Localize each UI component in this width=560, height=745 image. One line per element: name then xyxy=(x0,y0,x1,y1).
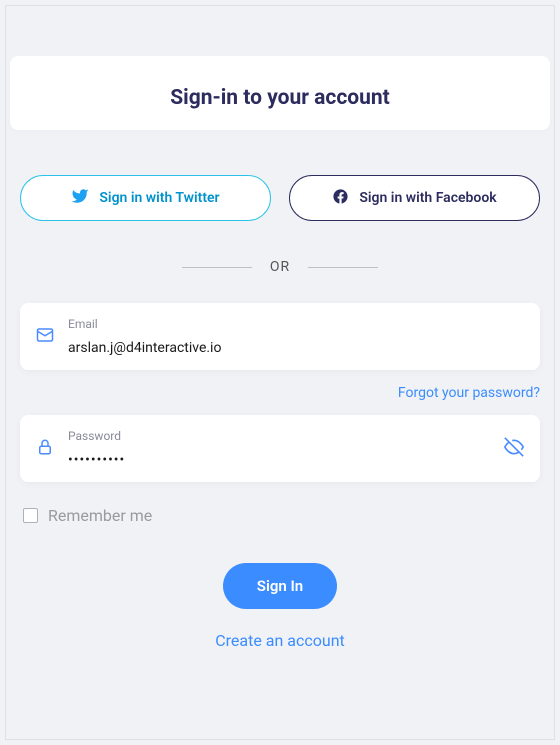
divider-line xyxy=(182,267,252,268)
email-input[interactable] xyxy=(68,340,524,356)
lock-icon xyxy=(36,438,54,460)
divider-text: OR xyxy=(270,259,290,275)
signin-card: Sign-in to your account xyxy=(10,56,550,130)
twitter-icon xyxy=(71,187,89,209)
page-title: Sign-in to your account xyxy=(35,86,525,110)
signin-button[interactable]: Sign In xyxy=(223,563,337,609)
password-field-container: Password xyxy=(20,415,540,482)
twitter-signin-button[interactable]: Sign in with Twitter xyxy=(20,175,271,221)
remember-label: Remember me xyxy=(48,506,152,525)
create-account-link[interactable]: Create an account xyxy=(215,631,345,650)
forgot-password-link[interactable]: Forgot your password? xyxy=(398,385,540,401)
email-label: Email xyxy=(68,317,524,331)
divider: OR xyxy=(15,259,545,275)
email-icon xyxy=(36,326,54,348)
twitter-label: Sign in with Twitter xyxy=(99,190,219,206)
remember-checkbox[interactable] xyxy=(23,508,38,523)
facebook-icon xyxy=(332,188,349,209)
facebook-signin-button[interactable]: Sign in with Facebook xyxy=(289,175,540,221)
password-label: Password xyxy=(68,429,490,443)
password-input[interactable] xyxy=(68,452,490,468)
social-row: Sign in with Twitter Sign in with Facebo… xyxy=(15,175,545,221)
email-field-container: Email xyxy=(20,303,540,370)
remember-row: Remember me xyxy=(15,506,545,525)
divider-line xyxy=(308,267,378,268)
facebook-label: Sign in with Facebook xyxy=(359,190,496,206)
toggle-password-visibility-icon[interactable] xyxy=(504,437,524,461)
